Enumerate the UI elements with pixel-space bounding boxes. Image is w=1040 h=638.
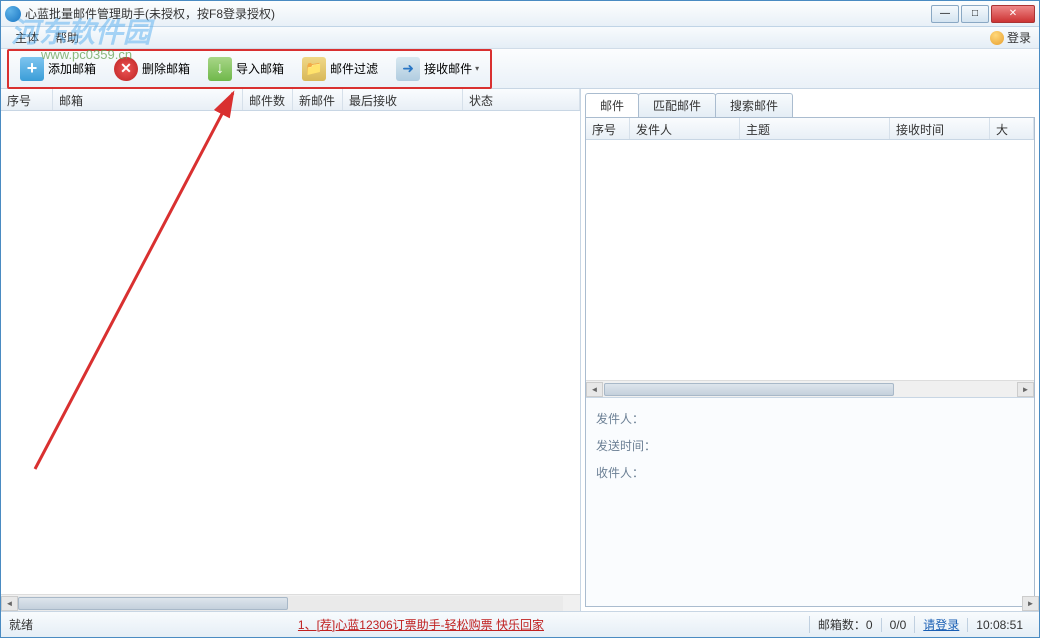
import-icon xyxy=(208,57,232,81)
menu-help[interactable]: 帮助 xyxy=(47,27,87,48)
tab-match[interactable]: 匹配邮件 xyxy=(638,93,716,117)
receive-icon xyxy=(396,57,420,81)
add-mailbox-button[interactable]: 添加邮箱 xyxy=(12,54,104,84)
statusbar: 就绪 1、[荐]心蓝12306订票助手-轻松购票 快乐回家 邮箱数：0 0/0 … xyxy=(1,611,1039,637)
menubar: 主体 帮助 登录 xyxy=(1,27,1039,49)
col-count[interactable]: 邮件数 xyxy=(243,89,293,110)
mail-tab-content: 序号 发件人 主题 接收时间 大 ◄ ► 发件人： 发送时间： 收件人： xyxy=(585,117,1035,607)
filter-icon xyxy=(302,57,326,81)
tab-mail[interactable]: 邮件 xyxy=(585,93,639,117)
user-icon xyxy=(990,31,1004,45)
promo-link[interactable]: 1、[荐]心蓝12306订票助手-轻松购票 快乐回家 xyxy=(298,618,544,632)
minimize-button[interactable]: — xyxy=(931,5,959,23)
menu-file[interactable]: 主体 xyxy=(7,27,47,48)
toolbar: 添加邮箱 删除邮箱 导入邮箱 邮件过滤 接收邮件 ▾ xyxy=(1,49,1039,89)
mail-detail: 发件人： 发送时间： 收件人： xyxy=(586,397,1034,606)
receive-label: 接收邮件 xyxy=(424,60,472,77)
window-title: 心蓝批量邮件管理助手(未授权，按F8登录授权) xyxy=(25,5,931,22)
mcol-sender[interactable]: 发件人 xyxy=(630,118,740,139)
status-mailbox-count: 邮箱数：0 xyxy=(809,616,881,633)
window-controls: — □ ✕ xyxy=(931,5,1035,23)
login-label: 登录 xyxy=(1007,29,1031,46)
col-last[interactable]: 最后接收 xyxy=(343,89,463,110)
status-login-link[interactable]: 请登录 xyxy=(923,618,959,632)
content-area: 序号 邮箱 邮件数 新邮件 最后接收 状态 ◄ ► 邮件 匹配邮件 搜索邮件 xyxy=(1,89,1039,611)
mail-panel: 邮件 匹配邮件 搜索邮件 序号 发件人 主题 接收时间 大 ◄ ► xyxy=(581,89,1039,611)
scroll-right-icon[interactable]: ► xyxy=(1017,382,1034,397)
delete-label: 删除邮箱 xyxy=(142,60,190,77)
receive-mail-button[interactable]: 接收邮件 ▾ xyxy=(388,54,487,84)
status-right: 邮箱数：0 0/0 请登录 10:08:51 xyxy=(809,616,1031,633)
scroll-right-icon[interactable]: ► xyxy=(1022,596,1039,611)
tab-search[interactable]: 搜索邮件 xyxy=(715,93,793,117)
mcol-subject[interactable]: 主题 xyxy=(740,118,890,139)
col-seq[interactable]: 序号 xyxy=(1,89,53,110)
scroll-thumb[interactable] xyxy=(18,597,288,610)
maximize-button[interactable]: □ xyxy=(961,5,989,23)
filter-label: 邮件过滤 xyxy=(330,60,378,77)
mail-grid-header: 序号 发件人 主题 接收时间 大 xyxy=(586,118,1034,140)
status-ready: 就绪 xyxy=(9,616,33,633)
mail-grid-body[interactable] xyxy=(586,140,1034,380)
mcol-seq[interactable]: 序号 xyxy=(586,118,630,139)
mcol-size[interactable]: 大 xyxy=(990,118,1034,139)
close-button[interactable]: ✕ xyxy=(991,5,1035,23)
mailbox-hscrollbar[interactable]: ◄ ► xyxy=(1,594,580,611)
col-mailbox[interactable]: 邮箱 xyxy=(53,89,243,110)
add-icon xyxy=(20,57,44,81)
delete-mailbox-button[interactable]: 删除邮箱 xyxy=(106,54,198,84)
mailbox-grid-header: 序号 邮箱 邮件数 新邮件 最后接收 状态 xyxy=(1,89,580,111)
import-mailbox-button[interactable]: 导入邮箱 xyxy=(200,54,292,84)
mcol-time[interactable]: 接收时间 xyxy=(890,118,990,139)
add-label: 添加邮箱 xyxy=(48,60,96,77)
scroll-thumb[interactable] xyxy=(604,383,894,396)
filter-mail-button[interactable]: 邮件过滤 xyxy=(294,54,386,84)
status-promo: 1、[荐]心蓝12306订票助手-轻松购票 快乐回家 xyxy=(33,616,809,633)
mail-hscrollbar[interactable]: ◄ ► xyxy=(586,380,1034,397)
app-window: 心蓝批量邮件管理助手(未授权，按F8登录授权) — □ ✕ 主体 帮助 登录 河… xyxy=(0,0,1040,638)
detail-recipient: 收件人： xyxy=(596,464,1024,481)
scroll-left-icon[interactable]: ◄ xyxy=(1,596,18,611)
scroll-left-icon[interactable]: ◄ xyxy=(586,382,603,397)
toolbar-highlight: 添加邮箱 删除邮箱 导入邮箱 邮件过滤 接收邮件 ▾ xyxy=(7,49,492,89)
mail-tabs: 邮件 匹配邮件 搜索邮件 xyxy=(585,93,1035,117)
delete-icon xyxy=(114,57,138,81)
mailbox-panel: 序号 邮箱 邮件数 新邮件 最后接收 状态 ◄ ► xyxy=(1,89,581,611)
mailbox-grid-body[interactable] xyxy=(1,111,580,594)
app-icon xyxy=(5,6,21,22)
detail-sendtime: 发送时间： xyxy=(596,437,1024,454)
titlebar: 心蓝批量邮件管理助手(未授权，按F8登录授权) — □ ✕ xyxy=(1,1,1039,27)
chevron-down-icon: ▾ xyxy=(475,64,479,73)
status-ratio: 0/0 xyxy=(881,618,915,632)
login-button[interactable]: 登录 xyxy=(990,29,1031,46)
col-new[interactable]: 新邮件 xyxy=(293,89,343,110)
col-status[interactable]: 状态 xyxy=(463,89,580,110)
import-label: 导入邮箱 xyxy=(236,60,284,77)
detail-sender: 发件人： xyxy=(596,410,1024,427)
status-time: 10:08:51 xyxy=(967,618,1031,632)
